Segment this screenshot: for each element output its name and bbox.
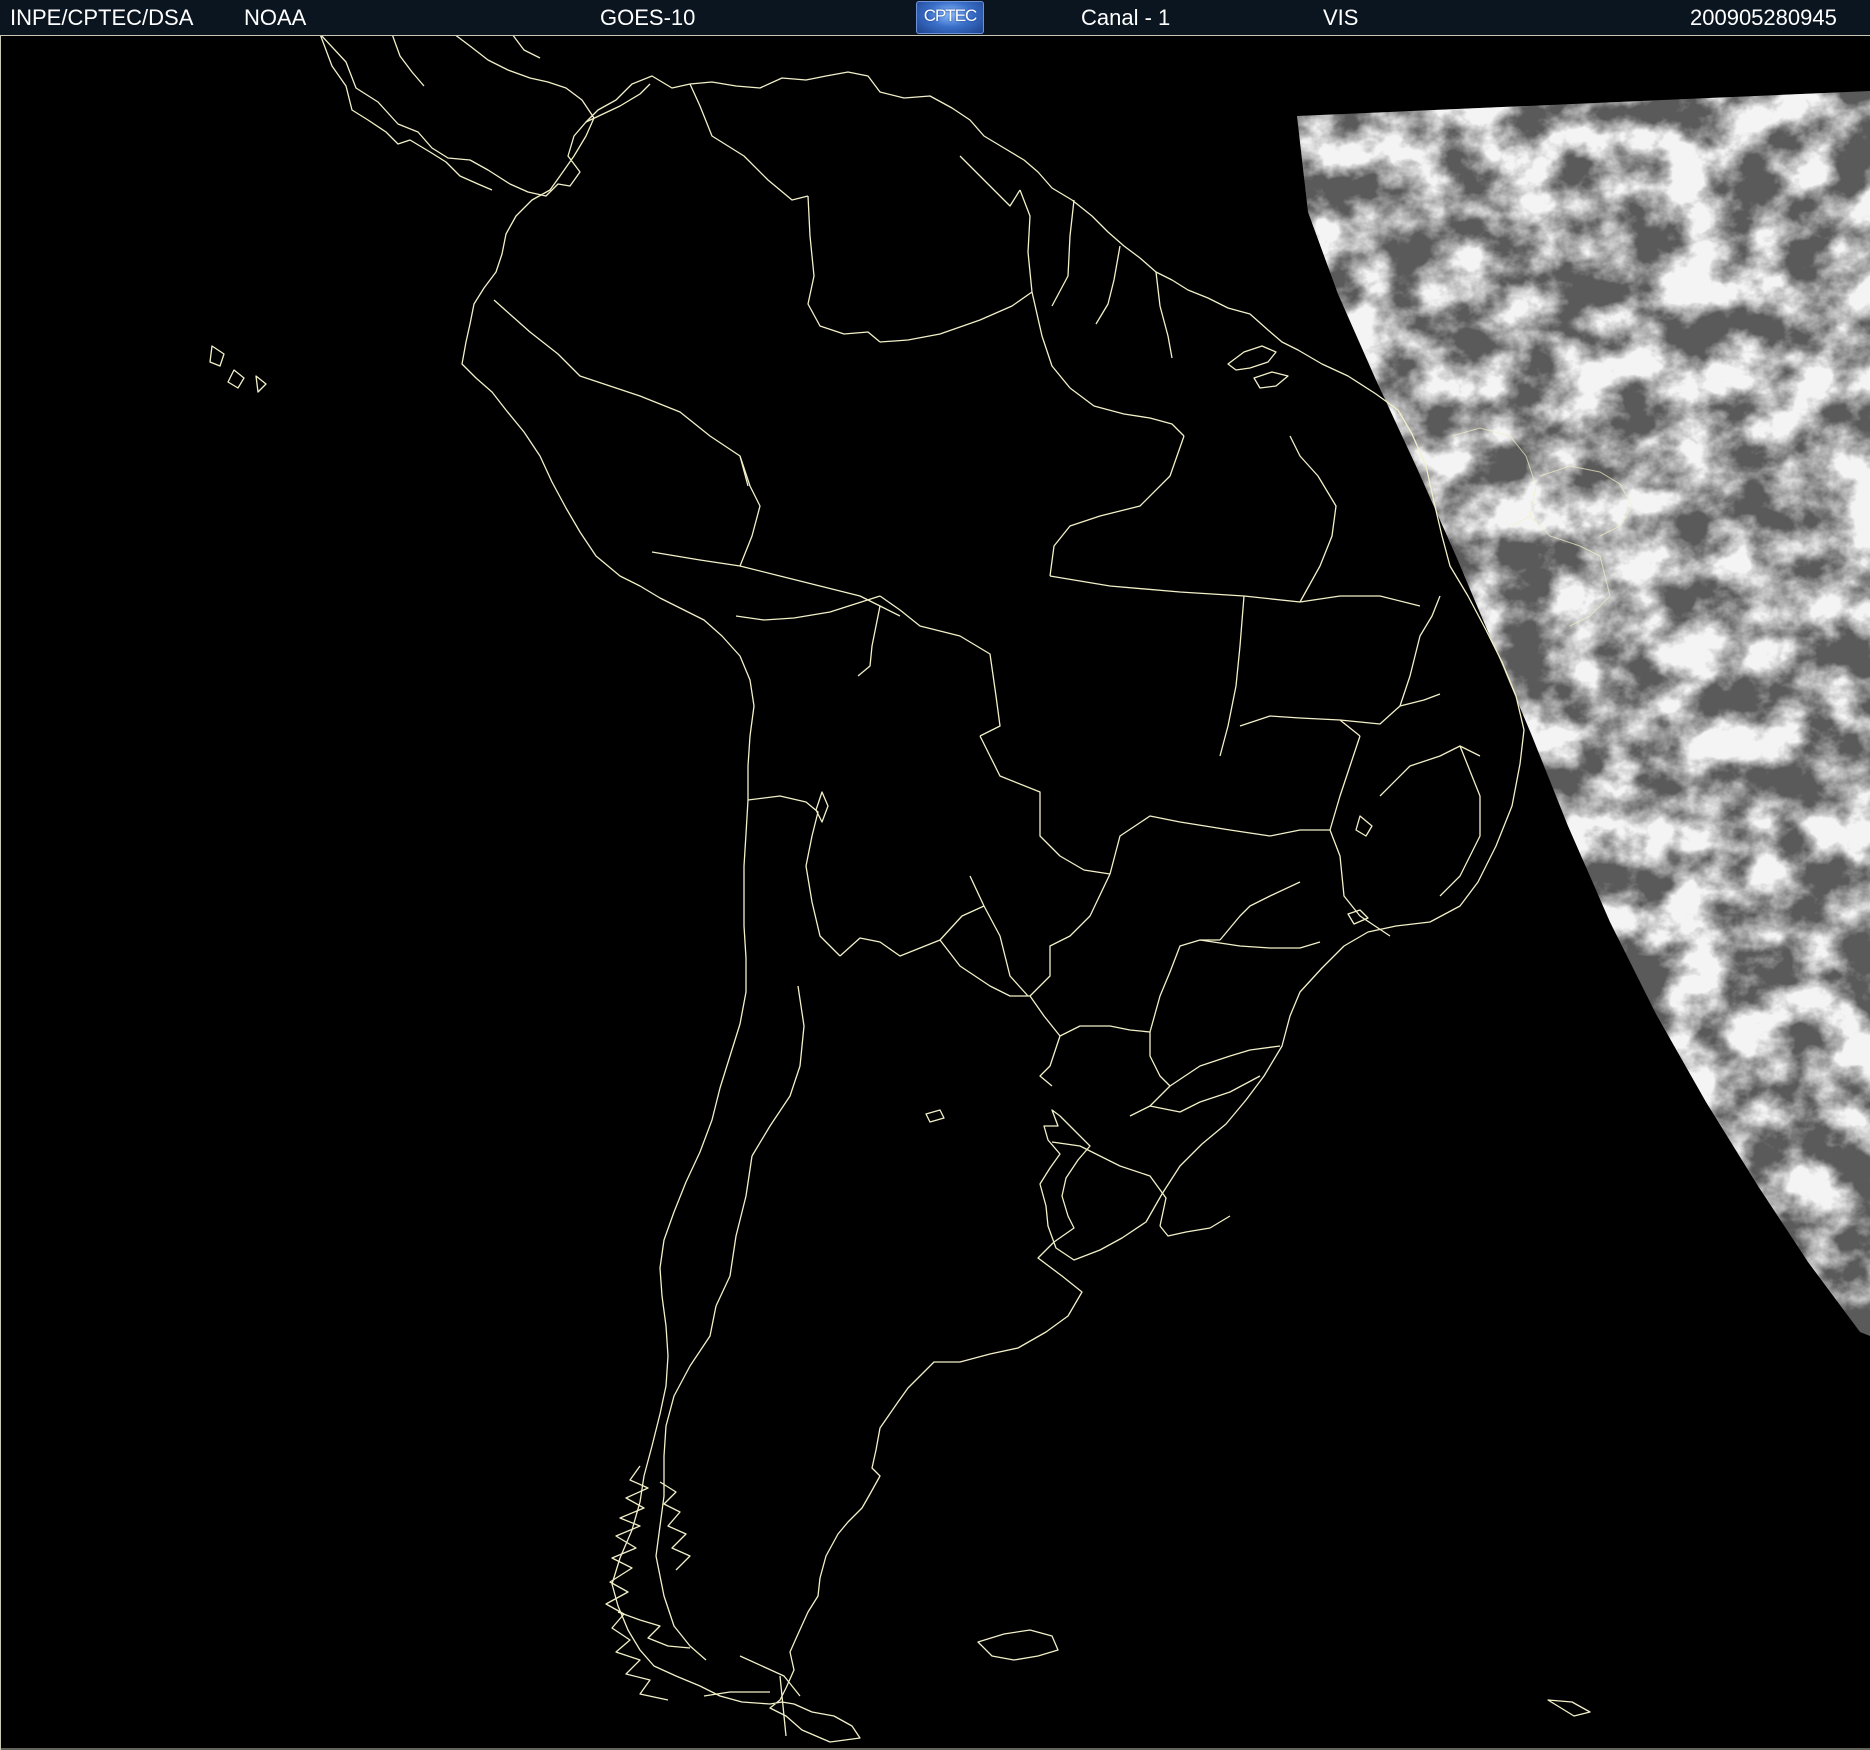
band-label: VIS xyxy=(1323,5,1359,30)
satellite-map xyxy=(0,36,1870,1750)
logo-text: CPTEC xyxy=(923,6,978,25)
cloud-imagery xyxy=(1297,91,1870,1336)
chile-fjords xyxy=(605,1465,669,1701)
timestamp-label: 200905280945 xyxy=(1690,5,1837,30)
satellite-label: GOES-10 xyxy=(600,5,696,30)
cptec-logo: CPTEC xyxy=(916,1,984,34)
channel-label: Canal - 1 xyxy=(1081,5,1171,30)
map-canvas xyxy=(0,36,1870,1750)
header-bar: INPE/CPTEC/DSA NOAA GOES-10 CPTEC Canal … xyxy=(0,0,1870,36)
source-label: INPE/CPTEC/DSA xyxy=(10,5,194,30)
agency-label: NOAA xyxy=(244,5,307,30)
